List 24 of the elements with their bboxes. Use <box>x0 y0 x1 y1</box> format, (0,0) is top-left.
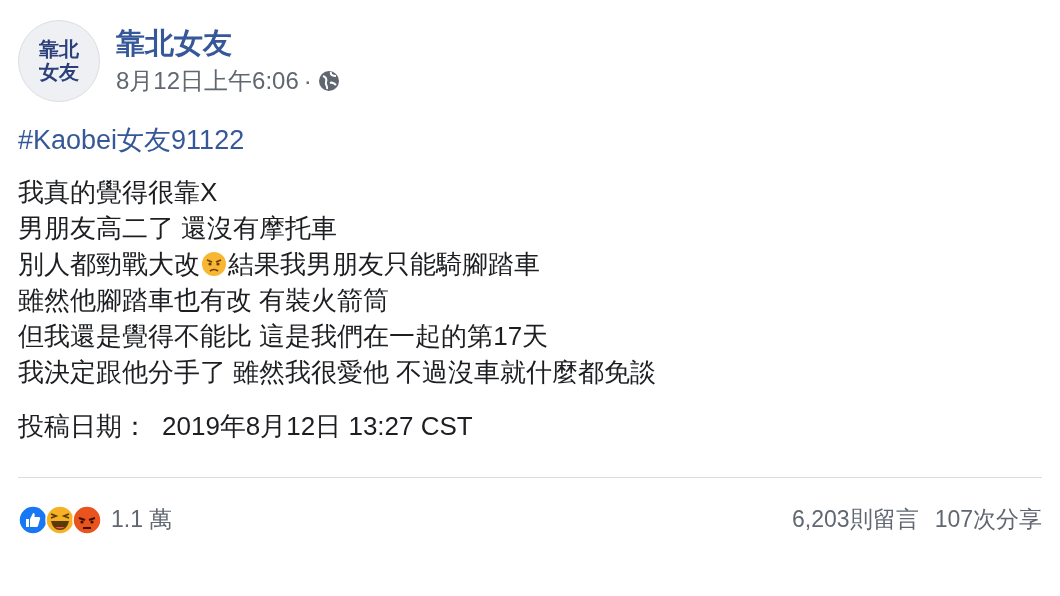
date-value: 2019年8月12日 13:27 CST <box>162 410 473 443</box>
frowning-face-icon <box>201 251 227 277</box>
post-text: 我決定跟他分手了 雖然我很愛他 不過沒車就什麼都免談 <box>18 356 657 389</box>
post-text: 男朋友高二了 還沒有摩托車 <box>18 212 338 245</box>
post-text: 我真的覺得很靠X <box>18 176 218 209</box>
post-text: 結果我男朋友只能騎腳踏車 <box>228 248 540 281</box>
page-name-link[interactable]: 靠北女友 <box>116 25 341 61</box>
date-label: 投稿日期： <box>18 410 148 443</box>
globe-icon <box>316 69 341 93</box>
angry-face-icon <box>72 504 102 535</box>
thumbs-up-icon <box>18 504 48 535</box>
timestamp-link[interactable]: 8月12日上午6:06 <box>116 65 299 97</box>
avatar-text: 女友 <box>39 61 79 84</box>
shares-link[interactable]: 107次分享 <box>934 504 1042 535</box>
hashtag-link[interactable]: #Kaobei女友91122 <box>18 122 245 158</box>
avatar-text: 靠北 <box>39 38 79 61</box>
post-text: 雖然他腳踏車也有改 有裝火箭筒 <box>18 284 390 317</box>
comments-link[interactable]: 6,203則留言 <box>792 504 919 535</box>
post-text: 但我還是覺得不能比 這是我們在一起的第17天 <box>18 320 549 353</box>
separator-dot: · <box>303 67 312 95</box>
laughing-face-icon <box>45 504 75 535</box>
post-text: 別人都勁戰大改 <box>18 248 200 281</box>
page-avatar[interactable]: 靠北 女友 <box>18 20 100 102</box>
reaction-count-link[interactable]: 1.1 萬 <box>111 504 173 535</box>
